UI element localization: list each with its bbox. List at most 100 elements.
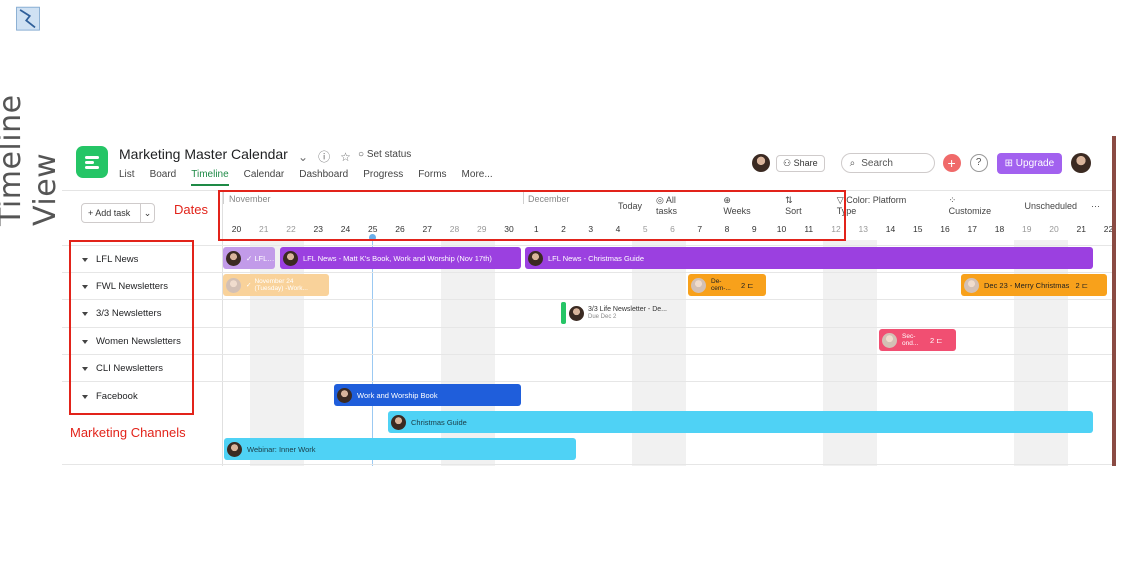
project-tabs: List Board Timeline Calendar Dashboard P…	[119, 169, 508, 186]
task-title-line2: (Tuesday) -Work...	[254, 285, 308, 292]
task-bar[interactable]: Sec-ond... 2 ⊏	[879, 329, 956, 351]
task-bar[interactable]: ✓ LFL News	[223, 247, 275, 269]
task-title: LFL News - Matt K's Book, Work and Worsh…	[303, 253, 492, 263]
color-button[interactable]: ▽ Color: Platform Type	[837, 195, 935, 216]
tab-board[interactable]: Board	[150, 169, 177, 186]
screenshot-root: Timeline View Marketing Master Calendar …	[0, 0, 1126, 576]
assignee-avatar	[528, 250, 543, 266]
tab-timeline[interactable]: Timeline	[191, 169, 229, 186]
check-icon: ✓	[246, 281, 252, 289]
tab-more[interactable]: More...	[462, 169, 493, 186]
channels-highlight-box	[69, 240, 194, 415]
color-label: Color: Platform Type	[836, 195, 907, 216]
tab-calendar[interactable]: Calendar	[244, 169, 285, 186]
more-options-icon[interactable]: ···	[1091, 201, 1100, 211]
info-icon[interactable]: ⓘ	[318, 148, 330, 165]
gift-icon: ⊞	[1004, 157, 1013, 169]
assignee-avatar	[882, 332, 897, 348]
unscheduled-button[interactable]: Unscheduled	[1024, 201, 1077, 211]
task-title-line1: November 24	[254, 278, 294, 285]
tab-list[interactable]: List	[119, 169, 135, 186]
day-number: 16	[940, 224, 950, 234]
day-number: 15	[913, 224, 923, 234]
day-number: 13	[858, 224, 868, 234]
task-title: Christmas Guide	[411, 417, 467, 427]
day-number: 17	[967, 224, 977, 234]
subtask-count-value: 2	[930, 335, 935, 345]
star-icon[interactable]: ☆	[340, 150, 351, 164]
upgrade-button[interactable]: ⊞ Upgrade	[996, 152, 1063, 174]
tab-dashboard[interactable]: Dashboard	[299, 169, 348, 186]
set-status-label: Set status	[366, 149, 412, 160]
row-divider	[62, 245, 1114, 246]
share-button[interactable]: ⚇ Share	[776, 154, 825, 172]
day-number: 18	[994, 224, 1005, 234]
assignee-avatar	[283, 250, 298, 266]
task-bar[interactable]: Dec 23 - Merry Christmas 2 ⊏	[961, 274, 1107, 296]
chevron-down-icon[interactable]: ⌄	[298, 150, 308, 164]
today-line	[372, 236, 373, 466]
assignee-avatar	[227, 441, 242, 457]
assignee-avatar	[691, 277, 706, 293]
side-caption: Timeline View	[0, 6, 63, 226]
tab-progress[interactable]: Progress	[363, 169, 403, 186]
row-divider	[62, 464, 1114, 465]
help-button[interactable]: ?	[969, 154, 988, 172]
task-title: November 24 (Tuesday) -Work...	[254, 278, 307, 292]
member-avatar[interactable]	[752, 154, 770, 172]
search-icon: ⌕	[849, 157, 856, 169]
channels-annotation: Marketing Channels	[70, 425, 186, 440]
assignee-avatar	[226, 277, 241, 293]
task-title: Sec-ond...	[902, 333, 919, 347]
assignee-avatar	[569, 305, 584, 321]
task-title: Work and Worship Book	[357, 390, 438, 400]
chevron-down-icon[interactable]: ⌄	[140, 204, 154, 222]
timeline-icon	[16, 6, 40, 31]
task-bar[interactable]: ✓ November 24 (Tuesday) -Work...	[223, 274, 329, 296]
tab-forms[interactable]: Forms	[418, 169, 446, 186]
assignee-avatar	[964, 277, 979, 293]
task-title: 3/3 Life Newsletter - De... Due Dec 2	[588, 306, 667, 320]
subtask-count: 2 ⊏	[741, 281, 754, 290]
share-label: Share	[793, 157, 818, 168]
task-title: LFL News - Christmas Guide	[548, 253, 644, 263]
subtask-count-value: 2	[1075, 280, 1080, 290]
task-bar[interactable]: De-cem-... 2 ⊏	[688, 274, 766, 296]
task-bar[interactable]: Webinar: Inner Work	[224, 438, 576, 460]
add-task-button[interactable]: + Add task ⌄	[81, 203, 155, 223]
row-divider	[62, 299, 1114, 300]
subtask-icon: ⊏	[1081, 280, 1088, 290]
app-window: Marketing Master Calendar ⌄ ⓘ ☆ ○ Set st…	[62, 136, 1114, 466]
caption-text: Timeline View	[0, 94, 63, 226]
quick-add-button[interactable]: +	[942, 154, 961, 172]
task-title: Dec 23 - Merry Christmas	[984, 280, 1070, 290]
customize-button[interactable]: ⁘ Customize	[949, 195, 1011, 216]
user-avatar[interactable]	[1071, 153, 1092, 173]
subtask-icon: ⊏	[747, 280, 754, 290]
window-edge	[1112, 136, 1116, 466]
subtask-count-value: 2	[741, 280, 746, 290]
assignee-avatar	[337, 387, 352, 403]
upgrade-label: Upgrade	[1015, 157, 1055, 169]
task-due-date: Due Dec 2	[588, 314, 617, 320]
day-number: 21	[1076, 224, 1086, 234]
task-bar[interactable]: Christmas Guide	[388, 411, 1093, 433]
search-input[interactable]: ⌕ Search	[840, 153, 935, 173]
project-title: Marketing Master Calendar	[119, 146, 288, 162]
task-color-stripe	[561, 302, 566, 324]
task-bar[interactable]: Work and Worship Book	[334, 384, 521, 406]
title-actions: ⌄ ⓘ ☆	[298, 148, 351, 165]
milestone-task[interactable]: 3/3 Life Newsletter - De... Due Dec 2	[561, 302, 667, 324]
task-bar[interactable]: LFL News - Christmas Guide	[525, 247, 1093, 269]
header-right: ⚇ Share ⌕ Search + ? ⊞ Upgrade	[752, 152, 1092, 174]
add-task-label: + Add task	[88, 208, 131, 218]
dates-highlight-box	[218, 190, 846, 241]
day-number: 20	[1049, 224, 1059, 234]
customize-label: Customize	[948, 206, 992, 216]
task-title-text: LFL News	[254, 253, 275, 263]
task-bar[interactable]: LFL News - Matt K's Book, Work and Worsh…	[280, 247, 521, 269]
subtask-count: 2 ⊏	[930, 336, 943, 345]
row-divider	[62, 381, 1114, 382]
set-status-button[interactable]: ○ Set status	[358, 149, 411, 160]
row-divider	[62, 354, 1114, 355]
